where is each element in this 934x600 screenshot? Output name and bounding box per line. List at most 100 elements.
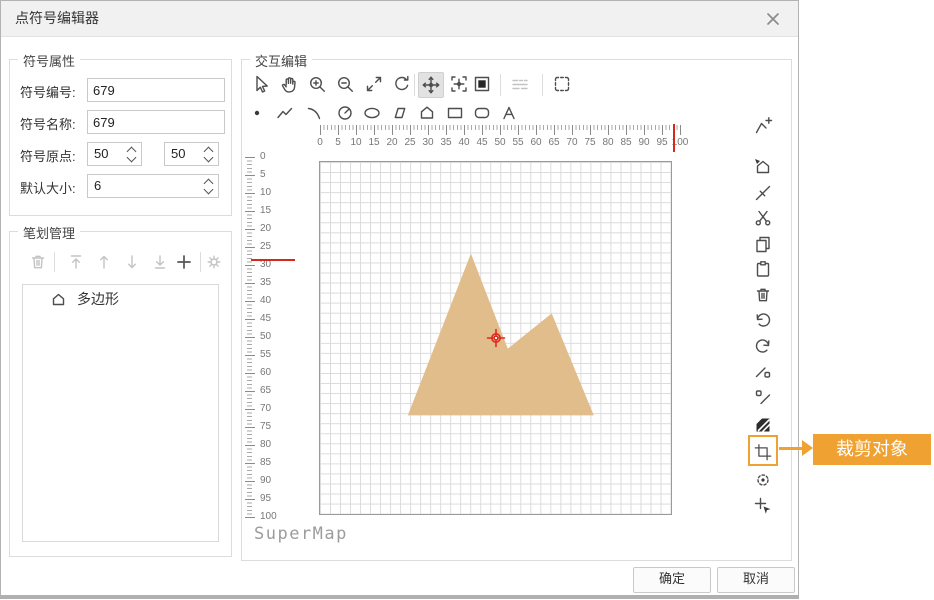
crop-tool-highlight [748,435,778,466]
ruler-label: 0 [260,151,278,163]
h-ruler-labels: 0510152025303540455055606570758085909510… [311,137,689,148]
draw-polygon-icon[interactable] [415,101,439,125]
delete-object-icon[interactable] [751,283,775,307]
ruler-label: 10 [260,187,278,199]
ruler-label: 100 [260,511,278,523]
ruler-label: 10 [347,137,365,148]
edit-fill-icon[interactable] [751,385,775,409]
background-color-icon[interactable] [470,72,494,96]
move-up-icon[interactable] [92,250,116,274]
zoom-out-icon[interactable] [333,72,357,96]
line-style-icon[interactable] [508,72,532,96]
pick-point-icon[interactable] [751,494,775,518]
ruler-label: 95 [260,493,278,505]
draw-polyline-icon[interactable] [273,101,297,125]
ruler-label: 85 [260,457,278,469]
symbol-name-input[interactable] [87,110,225,134]
stroke-management-group: 笔划管理 [9,231,232,557]
title-bar: 点符号编辑器 [1,1,798,37]
symbol-code-input[interactable] [87,78,225,102]
origin-y-value: 50 [171,146,185,161]
ruler-label: 55 [260,349,278,361]
copy-icon[interactable] [751,232,775,256]
ruler-label: 30 [419,137,437,148]
supermap-watermark: SuperMap [254,524,348,544]
draw-rounded-rectangle-icon[interactable] [470,101,494,125]
stroke-list[interactable]: 多边形 [22,284,219,542]
zoom-free-icon[interactable] [362,72,386,96]
draw-ellipse-icon[interactable] [360,101,384,125]
v-ruler-ticks-major [245,157,255,518]
add-node-icon[interactable] [751,114,775,138]
symbol-canvas[interactable] [319,161,672,515]
cancel-button[interactable]: 取消 [717,567,795,593]
set-origin-icon[interactable] [751,468,775,492]
origin-y-spinner[interactable]: 50 [164,142,219,166]
add-stroke-icon[interactable] [172,250,196,274]
group-legend: 笔划管理 [18,223,80,242]
ruler-label: 25 [260,241,278,253]
paste-icon[interactable] [751,257,775,281]
polygon-icon [51,292,66,307]
callout-arrowhead-icon [802,440,813,456]
ruler-label: 60 [260,367,278,379]
stroke-item-label: 多边形 [77,285,119,313]
spinner-chevrons-icon[interactable] [204,178,213,194]
ruler-label: 85 [617,137,635,148]
symbol-code-label: 符号编号: [20,82,76,101]
ruler-label: 75 [581,137,599,148]
edit-stroke-icon[interactable] [751,359,775,383]
zoom-in-icon[interactable] [305,72,329,96]
v-ruler-labels: 0510152025303540455055606570758085909510… [260,151,278,523]
draw-pie-icon[interactable] [333,101,357,125]
default-size-spinner[interactable]: 6 [87,174,219,198]
ok-button[interactable]: 确定 [633,567,711,593]
delete-stroke-icon[interactable] [26,250,50,274]
origin-x-value: 50 [94,146,108,161]
ruler-label: 25 [401,137,419,148]
select-tool-icon[interactable] [248,72,272,96]
refresh-icon[interactable] [390,72,414,96]
ruler-label: 60 [527,137,545,148]
ruler-label: 55 [509,137,527,148]
draw-rectangle-icon[interactable] [443,101,467,125]
show-bounds-icon[interactable] [550,72,574,96]
undo-icon[interactable] [751,308,775,332]
pan-tool-icon[interactable] [277,72,301,96]
dialog-title: 点符号编辑器 [15,1,99,36]
move-down-icon[interactable] [120,250,144,274]
draw-point-icon[interactable] [245,101,269,125]
move-to-bottom-icon[interactable] [148,250,172,274]
list-item-polygon[interactable]: 多边形 [23,285,218,313]
stroke-settings-icon[interactable] [202,250,226,274]
screen: 点符号编辑器 符号属性 符号编号: 符号名称: 符号原点: 50 [0,0,934,600]
reshape-polygon-icon[interactable] [751,155,775,179]
cut-icon[interactable] [751,206,775,230]
draw-text-icon[interactable] [497,101,521,125]
ruler-label: 15 [365,137,383,148]
move-to-top-icon[interactable] [64,250,88,274]
hatch-fill-icon[interactable] [751,413,775,437]
redo-icon[interactable] [751,334,775,358]
spinner-chevrons-icon[interactable] [127,146,136,162]
ruler-label: 80 [599,137,617,148]
ruler-label: 15 [260,205,278,217]
close-icon[interactable] [764,10,782,28]
draw-parallelogram-icon[interactable] [387,101,411,125]
locate-origin-icon[interactable] [447,72,471,96]
ruler-label: 0 [311,137,329,148]
group-legend: 符号属性 [18,51,80,70]
ruler-label: 35 [260,277,278,289]
spinner-chevrons-icon[interactable] [204,146,213,162]
ruler-label: 95 [653,137,671,148]
ruler-label: 75 [260,421,278,433]
draw-arc-icon[interactable] [303,101,327,125]
origin-x-spinner[interactable]: 50 [87,142,142,166]
ruler-label: 45 [473,137,491,148]
origin-marker-icon [485,327,507,349]
ruler-label: 40 [260,295,278,307]
default-size-value: 6 [94,178,101,193]
show-origin-icon[interactable] [418,72,444,98]
h-ruler-red-marker [673,124,675,152]
split-line-icon[interactable] [751,181,775,205]
